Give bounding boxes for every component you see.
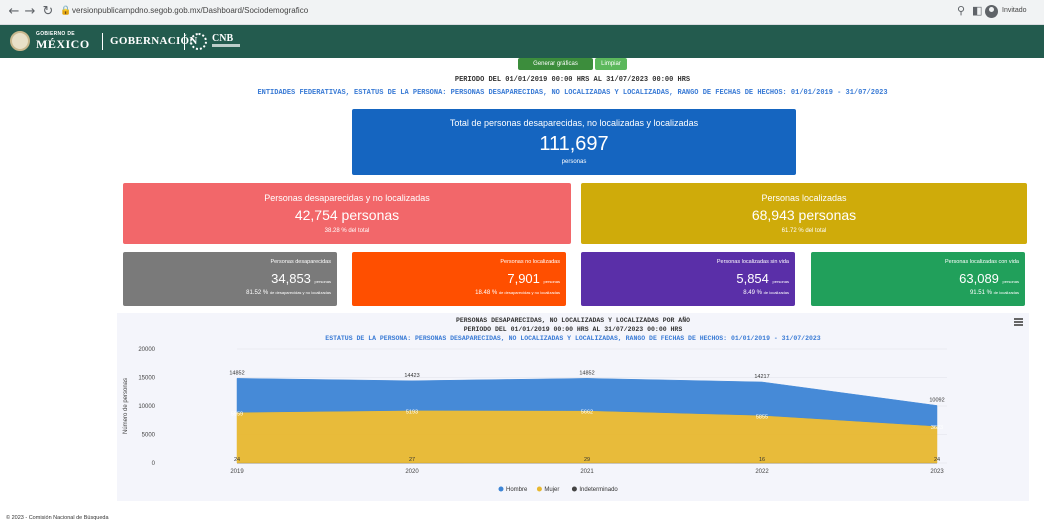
- period-text: PERIODO DEL 01/01/2019 00:00 HRS AL 31/0…: [454, 76, 691, 84]
- x-tick-label: 2022: [755, 469, 769, 475]
- card-percent: 8.49 % de localizadas: [743, 290, 789, 296]
- data-label: 16: [759, 457, 765, 463]
- legend-label: Indeterminado: [579, 487, 618, 493]
- url-text: versionpublicarnpdno.segob.gob.mx/Dashbo…: [72, 6, 309, 15]
- cnb-logo-icon: [190, 33, 207, 50]
- mexico-seal-icon: [10, 31, 30, 51]
- footer-text: © 2023 - Comisión Nacional de Búsqueda: [6, 515, 109, 521]
- legend-marker: [571, 486, 577, 492]
- card-title: Personas localizadas sin vida: [716, 259, 789, 265]
- localizadas-title: Personas localizadas: [761, 193, 847, 203]
- legend-marker: [498, 486, 504, 492]
- y-tick-label: 5000: [142, 433, 156, 439]
- card-percent: 18.48 % de desaparecidas y no localizada…: [475, 290, 560, 296]
- y-tick-label: 0: [152, 461, 156, 467]
- card-value: 5,854 personas: [736, 271, 789, 286]
- divider: [102, 33, 103, 50]
- yearly-chart: PERSONAS DESAPARECIDAS, NO LOCALIZADAS Y…: [117, 313, 1029, 501]
- total-title: Total de personas desaparecidas, no loca…: [449, 118, 699, 128]
- data-label: 14423: [404, 373, 419, 379]
- profile-label: Invitado: [1002, 7, 1027, 14]
- clear-button[interactable]: Limpiar: [595, 58, 627, 70]
- x-tick-label: 2023: [930, 469, 944, 475]
- forward-icon[interactable]: →: [22, 4, 38, 20]
- x-tick-label: 2020: [405, 469, 419, 475]
- filters-text: ENTIDADES FEDERATIVAS, ESTATUS DE LA PER…: [257, 89, 888, 97]
- no-localizadas-small-card: Personas no localizadas 7,901 personas 1…: [352, 252, 566, 306]
- desaparecidas-percent: 38.28 % del total: [324, 228, 370, 234]
- legend-label: Mujer: [544, 487, 559, 493]
- data-label: 5959: [231, 411, 243, 417]
- card-value: 7,901 personas: [507, 271, 560, 286]
- data-label: 5193: [406, 409, 418, 415]
- data-label: 5662: [581, 410, 593, 416]
- data-label: 29: [584, 457, 590, 463]
- profile-button[interactable]: Invitado: [985, 4, 1041, 20]
- y-tick-label: 20000: [138, 347, 155, 353]
- y-tick-label: 10000: [138, 404, 155, 410]
- data-label: 10092: [929, 397, 944, 403]
- localizadas-value: 68,943 personas: [751, 207, 857, 223]
- divider: [184, 33, 185, 50]
- data-label: 14217: [754, 374, 769, 380]
- gov-header: GOBIERNO DE MÉXICO GOBERNACIÓN CNB: [0, 25, 1044, 58]
- desaparecidas-small-card: Personas desaparecidas 34,853 personas 8…: [123, 252, 337, 306]
- card-title: Personas no localizadas: [500, 259, 560, 265]
- cnb-label[interactable]: CNB: [212, 33, 233, 44]
- localizadas-card: Personas localizadas 68,943 personas 61.…: [581, 183, 1027, 244]
- split-view-icon[interactable]: ◧: [972, 4, 982, 17]
- desaparecidas-title: Personas desaparecidas y no localizadas: [264, 193, 430, 203]
- total-unit: personas: [561, 159, 587, 165]
- con-vida-small-card: Personas localizadas con vida 63,089 per…: [811, 252, 1025, 306]
- card-percent: 81.52 % de desaparecidas y no localizada…: [246, 290, 331, 296]
- y-tick-label: 15000: [138, 376, 155, 382]
- localizadas-percent: 61.72 % del total: [781, 228, 827, 234]
- data-label: 5855: [756, 414, 768, 420]
- generate-charts-button[interactable]: Generar gráficas: [518, 58, 593, 70]
- card-value: 63,089 personas: [959, 271, 1019, 286]
- data-label: 24: [234, 457, 240, 463]
- back-icon[interactable]: ←: [6, 4, 22, 20]
- total-value: 111,697: [539, 133, 609, 155]
- data-label: 27: [409, 457, 415, 463]
- data-label: 3623: [931, 425, 943, 431]
- card-title: Personas desaparecidas: [270, 259, 331, 265]
- reload-icon[interactable]: ↻: [40, 4, 56, 20]
- lock-icon: 🔒: [60, 6, 72, 16]
- data-label: 24: [934, 457, 940, 463]
- avatar-icon: [985, 5, 998, 18]
- zoom-icon[interactable]: ⚲: [957, 4, 965, 17]
- card-title: Personas localizadas con vida: [945, 259, 1019, 265]
- card-value: 34,853 personas: [271, 271, 331, 286]
- sin-vida-small-card: Personas localizadas sin vida 5,854 pers…: [581, 252, 795, 306]
- total-card: Total de personas desaparecidas, no loca…: [352, 109, 796, 175]
- chart-canvas: 0 5000 10000 15000 20000 Número de personas 20…: [123, 347, 947, 493]
- x-tick-label: 2019: [230, 469, 244, 475]
- legend-marker: [536, 486, 542, 492]
- desaparecidas-value: 42,754 personas: [294, 207, 400, 223]
- x-tick-label: 2021: [580, 469, 594, 475]
- dashboard: Generar gráficas Limpiar PERIODO DEL 01/…: [105, 58, 1040, 503]
- page-body: Generar gráficas Limpiar PERIODO DEL 01/…: [0, 58, 1044, 525]
- cnb-subtitle-bar: [212, 44, 240, 47]
- address-bar[interactable]: 🔒 versionpublicarnpdno.segob.gob.mx/Dash…: [60, 3, 940, 22]
- browser-toolbar: ← → ↻ 🔒 versionpublicarnpdno.segob.gob.m…: [0, 0, 1044, 25]
- y-axis-label: Número de personas: [123, 378, 129, 434]
- legend-label: Hombre: [506, 487, 528, 493]
- data-label: 14852: [229, 370, 244, 376]
- card-percent: 91.51 % de localizadas: [969, 290, 1019, 296]
- mexico-label: MÉXICO: [36, 37, 90, 51]
- data-label: 14852: [579, 370, 594, 376]
- desaparecidas-card: Personas desaparecidas y no localizadas …: [123, 183, 571, 244]
